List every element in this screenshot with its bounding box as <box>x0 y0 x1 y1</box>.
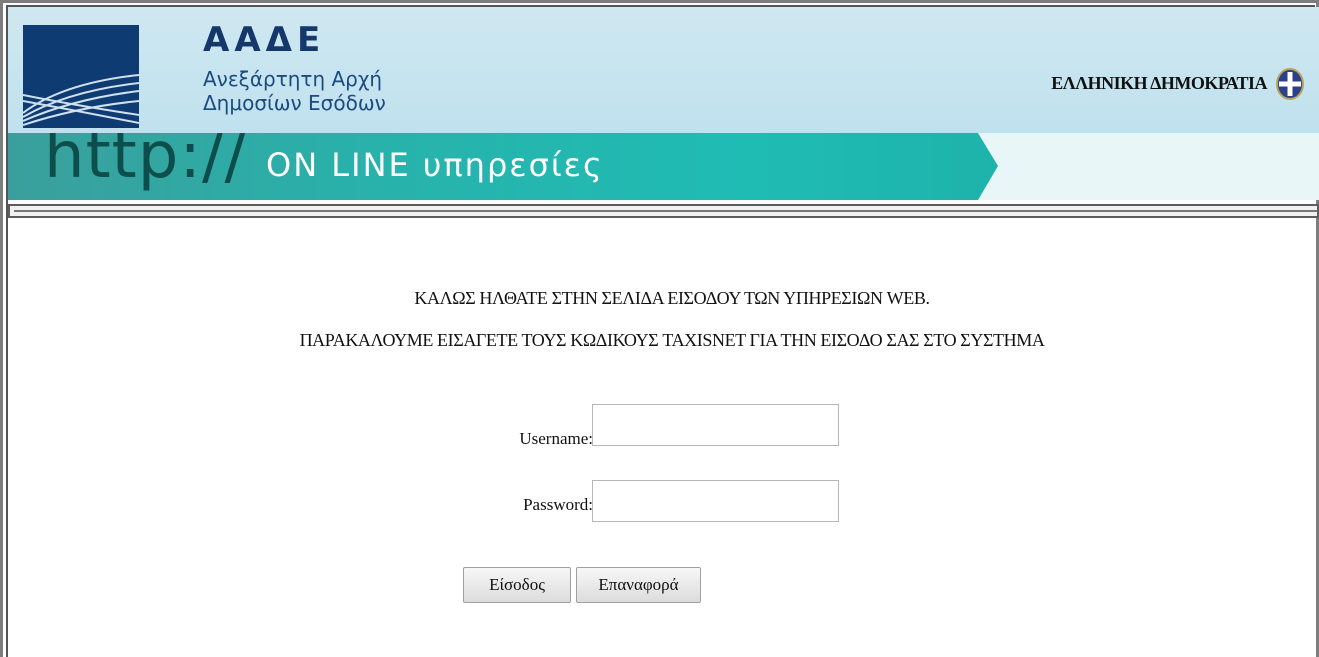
greek-emblem-icon <box>1275 67 1305 101</box>
instructions-message: ΠΑΡΑΚΑΛΟΥΜΕ ΕΙΣΑΓΕΤΕ ΤΟΥΣ ΚΩΔΙΚΟΥΣ TAXIS… <box>299 330 1045 350</box>
welcome-message: ΚΑΛΩΣ ΗΛΘΑΤΕ ΣΤΗΝ ΣΕΛΙΔΑ ΕΙΣΟΔΟΥ ΤΩΝ ΥΠΗ… <box>414 288 930 308</box>
brand-subtitle: Ανεξάρτητη Αρχή Δημοσίων Εσόδων <box>203 67 386 115</box>
brand-subtitle-line2: Δημοσίων Εσόδων <box>203 91 386 115</box>
brand-subtitle-line1: Ανεξάρτητη Αρχή <box>203 67 383 91</box>
login-content: ΚΑΛΩΣ ΗΛΘΑΤΕ ΣΤΗΝ ΣΕΛΙΔΑ ΕΙΣΟΔΟΥ ΤΩΝ ΥΠΗ… <box>12 222 1319 657</box>
banner-online-text: ON LINE υπηρεσίες <box>266 146 604 184</box>
online-services-banner: http:// ON LINE υπηρεσίες <box>8 133 1319 200</box>
password-input[interactable] <box>592 480 839 522</box>
username-label: Username: <box>519 429 593 448</box>
site-header: ΑΑΔΕ Ανεξάρτητη Αρχή Δημοσίων Εσόδων ΕΛΛ… <box>8 7 1319 134</box>
aade-logo-icon[interactable] <box>22 25 140 128</box>
reset-button[interactable]: Επαναφορά <box>576 567 701 603</box>
banner-http-text: http:// <box>44 133 248 193</box>
password-label: Password: <box>523 495 593 514</box>
republic-label: ΕΛΛΗΝΙΚΗ ΔΗΜΟΚΡΑΤΙΑ <box>1051 73 1267 93</box>
login-button[interactable]: Είσοδος <box>463 567 571 603</box>
brand-title: ΑΑΔΕ <box>203 20 326 60</box>
separator-line <box>14 210 1317 212</box>
header-separator <box>8 204 1319 218</box>
username-input[interactable] <box>592 404 839 446</box>
